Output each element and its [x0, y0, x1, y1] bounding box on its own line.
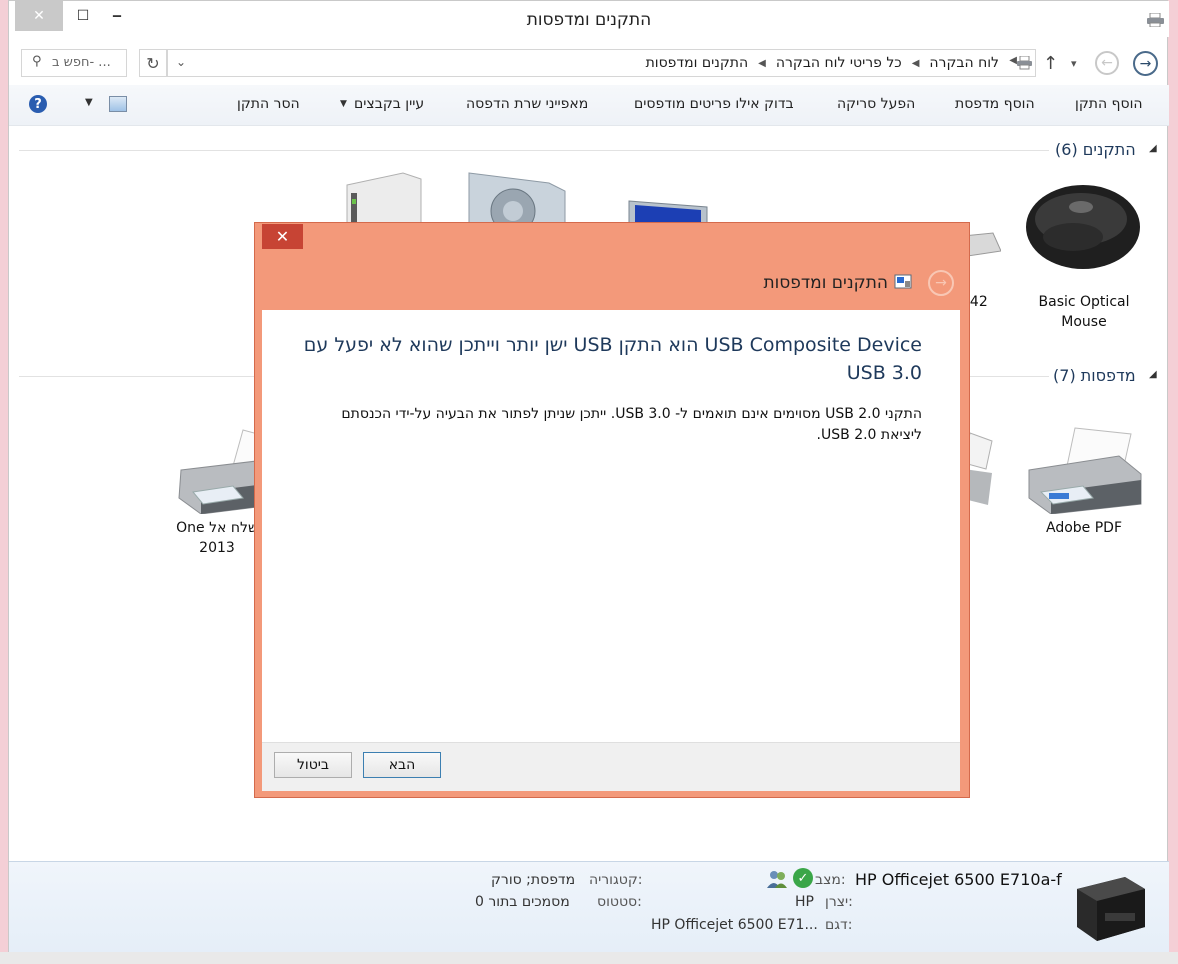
optical-mouse-label[interactable]: Basic Optical Mouse	[1019, 292, 1149, 332]
breadcrumb-devices-printers[interactable]: התקנים ומדפסות	[646, 55, 749, 73]
printer-location-icon	[1017, 55, 1033, 70]
breadcrumb-control-panel[interactable]: לוח הבקרה	[929, 55, 999, 73]
title-bar: ✕ ☐ ‒ התקנים ומדפסות	[9, 1, 1169, 37]
address-dropdown-icon[interactable]: ⌄	[176, 55, 186, 69]
onenote-label-line2: 2013	[199, 540, 235, 556]
status-label: סטטוס:	[597, 894, 642, 910]
cancel-button[interactable]: ביטול	[274, 752, 352, 778]
search-placeholder: חפש ב- ...	[52, 55, 111, 70]
shared-users-icon	[767, 870, 787, 888]
model-label: דגם:	[825, 917, 853, 933]
change-view-icon[interactable]	[109, 96, 127, 112]
devices-group-divider	[19, 150, 1049, 151]
dialog-close-button[interactable]: ✕	[262, 224, 303, 249]
external-drive-icon[interactable]	[341, 171, 423, 224]
view-options-dropdown-icon[interactable]: ▼	[85, 97, 93, 108]
adobe-pdf-label[interactable]: Adobe PDF	[1019, 518, 1149, 538]
add-device-button[interactable]: הוסף התקן	[1075, 96, 1143, 112]
search-box[interactable]: ⚲ חפש ב- ...	[21, 49, 127, 77]
print-server-properties-button[interactable]: מאפייני שרת הדפסה	[466, 96, 588, 112]
remove-device-button[interactable]: הסר התקן	[237, 96, 300, 112]
model-value: HP Officejet 6500 E71...	[651, 917, 818, 933]
status-value: 0 מסמכים בתור	[475, 894, 570, 910]
breadcrumb-separator-icon: ◀	[1009, 55, 1017, 66]
hp-officejet-printer-icon	[1069, 871, 1149, 943]
collapse-printers-icon[interactable]: ◢	[1149, 369, 1157, 380]
category-value: מדפסת; סורק	[491, 872, 576, 888]
help-icon[interactable]: ?	[29, 95, 47, 113]
manufacturer-label: יצרן:	[825, 894, 853, 910]
optical-mouse-label-line2: Mouse	[1061, 314, 1107, 330]
see-whats-printing-button[interactable]: בדוק אילו פריטים מודפסים	[634, 96, 794, 112]
breadcrumb: לוח הבקרה ◀ כל פריטי לוח הבקרה ◀ התקנים …	[646, 55, 999, 73]
monitor-device-icon[interactable]	[627, 195, 709, 224]
address-bar[interactable]: ⌄ לוח הבקרה ◀ כל פריטי לוח הבקרה ◀ התקני…	[167, 49, 1036, 77]
printer-app-icon	[1147, 12, 1165, 28]
back-arrow-icon[interactable]: ←	[1095, 51, 1119, 75]
browse-files-button[interactable]: עיין בקבצים	[354, 96, 424, 112]
breadcrumb-all-items[interactable]: כל פריטי לוח הבקרה	[776, 55, 902, 73]
breadcrumb-separator-icon: ◀	[911, 58, 920, 69]
add-printer-button[interactable]: הוסף מדפסת	[955, 96, 1035, 112]
next-button[interactable]: הבא	[363, 752, 441, 778]
taskbar-strip	[0, 952, 1178, 964]
search-icon: ⚲	[32, 54, 42, 69]
refresh-icon: ↻	[146, 53, 160, 73]
dialog-header-title: התקנים ומדפסות	[763, 273, 888, 293]
printers-group-title[interactable]: מדפסות (7)	[1053, 366, 1136, 385]
onenote-printer-label[interactable]: One שלח אל 2013	[169, 518, 265, 558]
onenote-printer-icon[interactable]	[173, 426, 266, 515]
breadcrumb-separator-icon: ◀	[758, 58, 766, 69]
window-title: התקנים ומדפסות	[526, 10, 652, 30]
dialog-back-arrow-icon[interactable]: →	[928, 270, 954, 296]
selected-device-name: HP Officejet 6500 E710a-f	[855, 870, 1062, 889]
recent-pages-dropdown-icon[interactable]: ▾	[1071, 57, 1077, 70]
dialog-heading: USB Composite Device הוא התקן USB ישן יו…	[303, 334, 922, 384]
devices-group-title[interactable]: התקנים (6)	[1055, 140, 1136, 159]
collapse-devices-icon[interactable]: ◢	[1149, 143, 1157, 154]
onenote-label-line1: One שלח אל	[176, 520, 258, 536]
adobe-pdf-printer-icon[interactable]	[1023, 426, 1143, 515]
refresh-button[interactable]: ↻	[139, 49, 167, 77]
category-label: קטגוריה:	[589, 872, 643, 888]
forward-arrow-icon[interactable]: →	[1133, 51, 1158, 76]
state-label: מצב:	[815, 872, 846, 888]
speaker-device-icon[interactable]	[467, 171, 567, 234]
up-arrow-icon[interactable]: ↑	[1043, 53, 1058, 74]
browse-files-dropdown-icon[interactable]: ▼	[340, 99, 347, 109]
manufacturer-value: HP	[795, 894, 814, 910]
devices-printers-small-icon	[894, 274, 912, 290]
start-scan-button[interactable]: הפעל סריקה	[837, 96, 915, 112]
ok-status-icon: ✓	[793, 868, 813, 888]
dialog-body-text: התקני USB 2.0 מסוימים אינם תואמים ל- USB…	[341, 406, 922, 443]
optical-mouse-label-line1: Basic Optical	[1038, 294, 1130, 310]
optical-mouse-icon[interactable]	[1023, 181, 1143, 273]
